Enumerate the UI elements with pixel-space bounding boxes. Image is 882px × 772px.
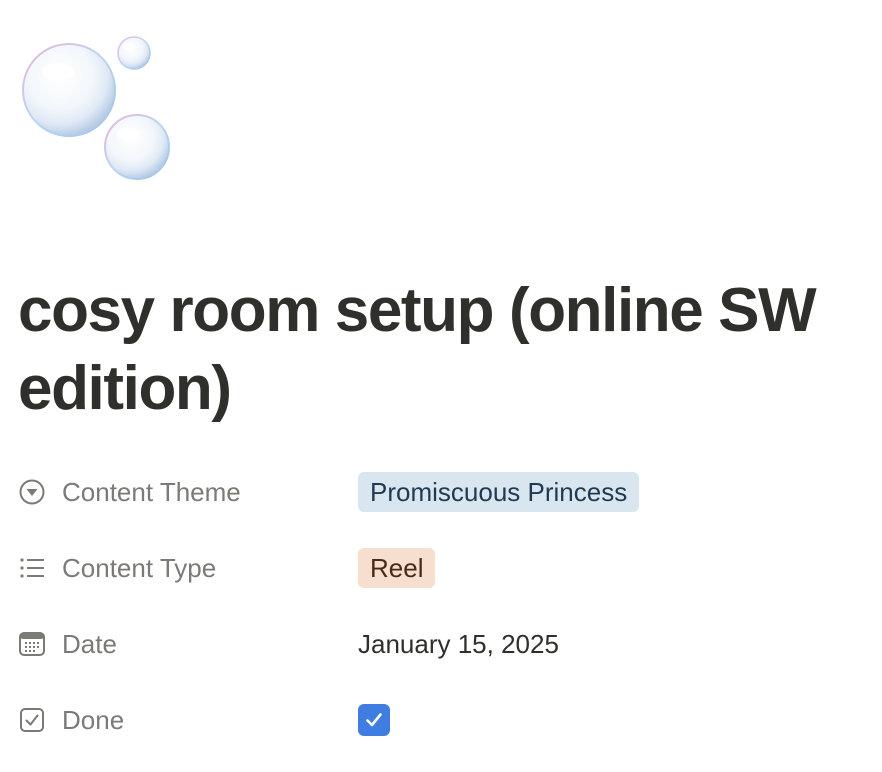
property-value-content-theme[interactable]: Promiscuous Princess bbox=[358, 472, 640, 512]
property-name-content-type[interactable]: Content Type bbox=[18, 553, 358, 584]
bubbles-icon[interactable] bbox=[18, 30, 178, 190]
property-name-content-theme[interactable]: Content Theme bbox=[18, 477, 358, 508]
property-name-done[interactable]: Done bbox=[18, 705, 358, 736]
property-done: Done bbox=[18, 696, 868, 744]
calendar-icon bbox=[18, 630, 46, 658]
done-checkbox[interactable] bbox=[358, 704, 390, 736]
property-label: Content Theme bbox=[62, 476, 241, 507]
property-name-date[interactable]: Date bbox=[18, 629, 358, 660]
property-value-content-type[interactable]: Reel bbox=[358, 548, 436, 588]
checkbox-icon bbox=[18, 706, 46, 734]
property-label: Content Type bbox=[62, 552, 217, 583]
property-date: Date January 15, 2025 bbox=[18, 620, 868, 668]
select-icon bbox=[18, 478, 46, 506]
properties-list: Content Theme Promiscuous Princess Conte… bbox=[18, 468, 868, 772]
checkmark-icon bbox=[366, 713, 382, 727]
property-label: Done bbox=[62, 704, 125, 735]
multi-select-icon bbox=[18, 554, 46, 582]
date-value[interactable]: January 15, 2025 bbox=[358, 629, 559, 660]
property-label: Date bbox=[62, 628, 117, 659]
property-value-done bbox=[358, 704, 390, 736]
page-title[interactable]: cosy room setup (online SW edition) bbox=[18, 272, 868, 428]
property-content-theme: Content Theme Promiscuous Princess bbox=[18, 468, 868, 516]
property-content-type: Content Type Reel bbox=[18, 544, 868, 592]
property-value-date[interactable]: January 15, 2025 bbox=[358, 629, 559, 660]
tag-promiscuous-princess[interactable]: Promiscuous Princess bbox=[358, 472, 640, 512]
tag-reel[interactable]: Reel bbox=[358, 548, 436, 588]
